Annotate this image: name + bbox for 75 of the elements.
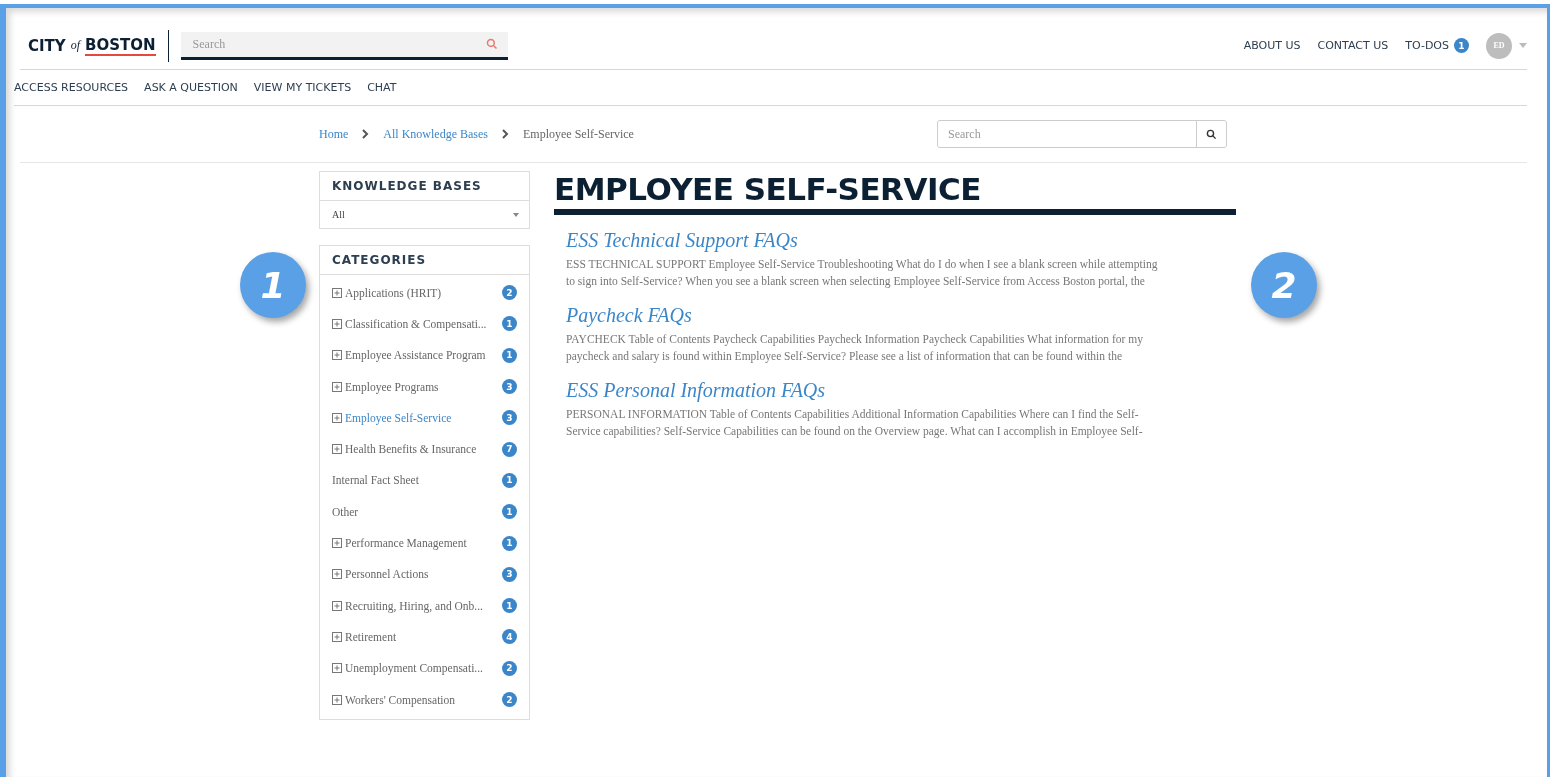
count-badge: 2 xyxy=(502,660,517,676)
todo-count-badge: 1 xyxy=(1454,38,1469,53)
nav-link[interactable]: VIEW MY TICKETS xyxy=(253,81,352,94)
knowledge-base-select[interactable]: All xyxy=(320,201,529,228)
category-link[interactable]: Classification & Compensati... xyxy=(332,317,502,330)
breadcrumb-current: Employee Self-Service xyxy=(523,126,634,142)
expand-icon[interactable] xyxy=(332,631,342,642)
search-button[interactable] xyxy=(1196,121,1226,147)
article-snippet: PAYCHECK Table of Contents Paycheck Capabilities Paycheck Information Paycheck Capabilities What information for my xyxy=(566,332,1144,348)
count-badge: 7 xyxy=(502,441,517,457)
breadcrumb-link[interactable]: Home xyxy=(319,126,349,142)
article-snippet: paycheck and salary is found within Employee Self-Service? Please see a list of information that can be found within the xyxy=(566,349,1123,365)
count-badge: 1 xyxy=(502,347,517,363)
expand-icon[interactable] xyxy=(332,287,342,298)
chevron-icon xyxy=(362,129,370,139)
panel-title: KNOWLEDGE BASES xyxy=(320,172,529,201)
expand-icon[interactable] xyxy=(332,350,342,361)
category-link[interactable]: Employee Self-Service xyxy=(332,411,502,424)
count-badge: 1 xyxy=(502,504,517,520)
expand-icon[interactable] xyxy=(332,569,342,580)
count-badge: 2 xyxy=(502,692,517,707)
count-badge: 3 xyxy=(502,410,517,426)
chevron-icon xyxy=(502,129,509,139)
header-link[interactable]: CONTACT US xyxy=(1317,39,1389,52)
category-link[interactable]: Employee Assistance Program xyxy=(332,349,502,362)
search-input[interactable]: Search xyxy=(190,35,486,53)
callout-number: 2 xyxy=(1251,252,1317,318)
article-snippet: Service capabilities? Self-Service Capabilities can be found on the Overview page. What can I accomplish in Employee Self- xyxy=(566,424,1144,440)
expand-icon[interactable] xyxy=(332,663,342,674)
page-title: EMPLOYEE SELF-SERVICE xyxy=(554,171,1236,215)
category-link[interactable]: Retirement xyxy=(332,630,502,643)
article-snippet: to sign into Self-Service? When you see a blank screen when selecting Employee Self-Service from Access Boston portal, the xyxy=(566,274,1146,290)
caret-icon xyxy=(513,212,519,217)
category-link[interactable]: Recruiting, Hiring, and Onb... xyxy=(332,599,502,612)
expand-icon[interactable] xyxy=(332,444,342,455)
article-snippet: PERSONAL INFORMATION Table of Contents Capabilities Additional Information Capabilities Where can I find the Self- xyxy=(566,407,1140,423)
count-badge: 1 xyxy=(502,472,517,488)
count-badge: 1 xyxy=(502,598,517,614)
article-link[interactable]: Paycheck FAQs xyxy=(566,304,1224,327)
category-link[interactable]: Personnel Actions xyxy=(332,568,502,581)
expand-icon[interactable] xyxy=(332,381,342,392)
category-link[interactable]: Applications (HRIT) xyxy=(332,286,502,299)
header-link[interactable]: TO-DOS xyxy=(1405,39,1449,52)
category-link[interactable]: Employee Programs xyxy=(332,380,502,393)
expand-icon[interactable] xyxy=(332,412,342,423)
nav-link[interactable]: ACCESS RESOURCES xyxy=(14,81,129,94)
header-link[interactable]: ABOUT US xyxy=(1243,39,1301,52)
category-link[interactable]: Workers' Compensation xyxy=(332,693,502,706)
expand-icon[interactable] xyxy=(332,600,342,611)
category-link[interactable]: Performance Management xyxy=(332,537,502,549)
category-link[interactable]: Health Benefits & Insurance xyxy=(332,443,502,456)
count-badge: 1 xyxy=(502,316,517,332)
nav-link[interactable]: CHAT xyxy=(367,81,397,94)
count-badge: 2 xyxy=(502,285,517,301)
search-field[interactable]: Search xyxy=(180,31,508,60)
expand-icon[interactable] xyxy=(332,694,342,705)
article-snippet: ESS TECHNICAL SUPPORT Employee Self-Service Troubleshooting What do I do when I see a blank screen while attempting xyxy=(566,257,1159,273)
category-link[interactable]: Internal Fact Sheet xyxy=(332,474,502,487)
count-badge: 3 xyxy=(502,379,517,395)
nav-link[interactable]: ASK A QUESTION xyxy=(144,81,238,94)
count-badge: 3 xyxy=(502,566,517,582)
category-link[interactable]: Other xyxy=(332,505,502,518)
callout-number: 1 xyxy=(240,252,306,318)
city-logo[interactable]: CITY of BOSTON xyxy=(28,29,169,62)
article-link[interactable]: ESS Personal Information FAQs xyxy=(566,379,1224,402)
expand-icon[interactable] xyxy=(332,538,342,548)
article-link[interactable]: ESS Technical Support FAQs xyxy=(566,229,1224,252)
search-icon xyxy=(1206,128,1217,140)
expand-icon[interactable] xyxy=(332,318,342,329)
panel-title: CATEGORIES xyxy=(320,246,529,275)
breadcrumb-link[interactable]: All Knowledge Bases xyxy=(383,126,488,142)
count-badge: 1 xyxy=(502,535,517,551)
search-icon xyxy=(485,38,498,50)
category-link[interactable]: Unemployment Compensati... xyxy=(332,662,502,675)
count-badge: 4 xyxy=(502,629,517,645)
